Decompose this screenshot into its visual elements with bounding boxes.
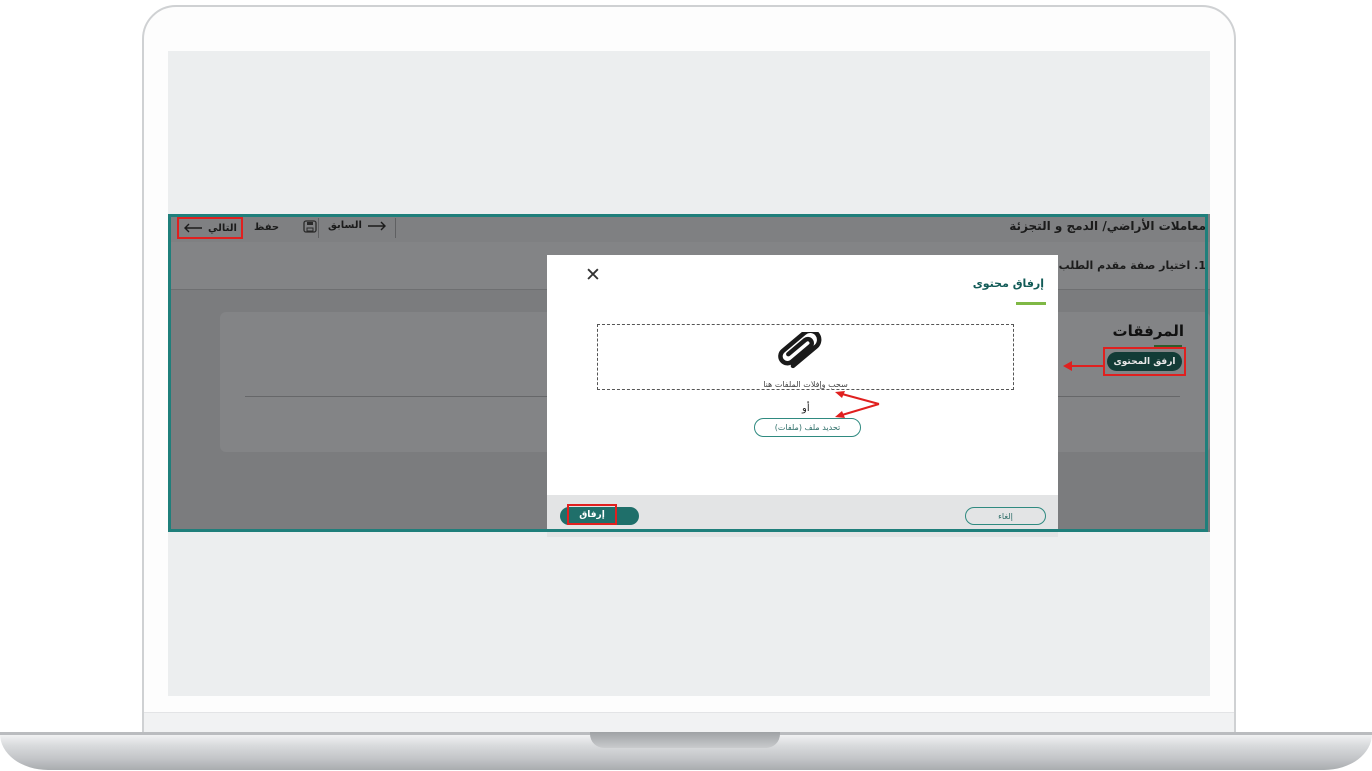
next-button[interactable]: التالي bbox=[177, 217, 243, 239]
step-tab[interactable]: 1. اختيار صفة مقدم الطلب bbox=[1059, 259, 1206, 272]
choose-file-button[interactable]: تحديد ملف (ملفات) bbox=[754, 418, 861, 437]
drop-zone-text: سحب وإفلات الملفات هنا bbox=[763, 380, 848, 389]
toolbar-divider bbox=[395, 218, 396, 238]
arrow-left-icon bbox=[184, 223, 203, 233]
breadcrumb: معاملات الأراضي/ الدمج و التجزئة bbox=[1009, 219, 1206, 233]
dialog-title: إرفاق محتوى bbox=[972, 277, 1044, 290]
laptop-bezel-bottom bbox=[144, 712, 1234, 733]
laptop-notch bbox=[590, 732, 780, 748]
dialog-footer: إلغاء إرفاق bbox=[547, 495, 1058, 537]
section-title: المرفقات bbox=[1112, 322, 1184, 340]
annotation-arrow bbox=[1063, 361, 1105, 371]
attach-content-button[interactable]: ارفق المحتوى bbox=[1107, 352, 1182, 371]
cancel-button[interactable]: إلغاء bbox=[965, 507, 1046, 525]
annotation-arrows bbox=[835, 391, 880, 418]
save-button[interactable]: حفظ bbox=[254, 220, 318, 234]
close-icon[interactable]: ✕ bbox=[585, 266, 601, 285]
app-screenshot: معاملات الأراضي/ الدمج و التجزئة التالي … bbox=[168, 214, 1210, 537]
previous-button[interactable]: السابق bbox=[328, 220, 387, 231]
laptop-screen: معاملات الأراضي/ الدمج و التجزئة التالي … bbox=[168, 51, 1210, 696]
attach-button-label[interactable]: إرفاق bbox=[567, 504, 617, 525]
or-label: أو bbox=[802, 403, 810, 414]
save-label: حفظ bbox=[254, 221, 280, 233]
paperclip-icon bbox=[778, 332, 822, 369]
attach-content-dialog: إرفاق محتوى ✕ سحب وإفلات الملفات هنا أو … bbox=[547, 255, 1058, 537]
save-icon bbox=[303, 220, 317, 233]
toolbar-divider bbox=[318, 218, 319, 238]
top-toolbar: معاملات الأراضي/ الدمج و التجزئة التالي … bbox=[168, 214, 1210, 243]
arrow-right-icon bbox=[367, 221, 386, 230]
next-label: التالي bbox=[208, 222, 237, 234]
title-accent-bar bbox=[1016, 302, 1046, 305]
drop-zone[interactable]: سحب وإفلات الملفات هنا bbox=[597, 324, 1014, 390]
previous-label: السابق bbox=[328, 220, 362, 231]
